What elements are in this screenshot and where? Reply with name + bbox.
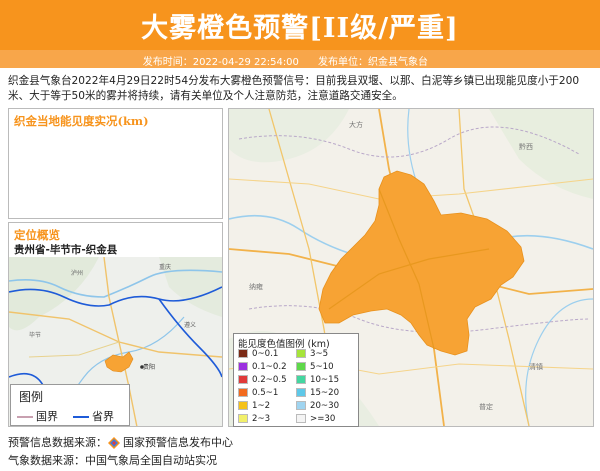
weather-source-label: 气象数据来源： [8,454,85,467]
svg-text:黔西: 黔西 [519,142,533,151]
province-border-swatch [73,416,89,418]
overview-legend-title: 图例 [19,390,44,404]
publish-time: 2022-04-29 22:54:00 [192,57,299,68]
visibility-panel: 织金当地能见度实况(km) [8,108,223,219]
legend-item-1-2: 1~2 [238,401,270,411]
legend-item-province-border: 省界 [73,408,114,424]
visibility-color-legend: 能见度色值图例 (km) 0~0.1 3~5 0.1~0.2 5~10 0.2~… [233,333,359,427]
location-path: 贵州省-毕节市-织金县 [14,244,118,256]
svg-text:普定: 普定 [479,402,493,411]
weather-source-line: 气象数据来源：中国气象局全国自动站实况 [8,452,217,468]
warning-center-logo-icon [108,437,120,449]
publisher-label: 发布单位： [318,57,368,68]
warning-source-line: 预警信息数据来源： 国家预警信息发布中心 [8,434,233,450]
legend-item-3-5: 3~5 [296,349,328,359]
warning-bulletin: 织金县气象台2022年4月29日22时54分发布大雾橙色预警信号：目前我县双堰、… [8,75,580,102]
legend-item-0.1-0.2: 0.1~0.2 [238,362,287,372]
svg-text:大方: 大方 [349,120,363,129]
legend-item-10-15: 10~15 [296,375,339,385]
svg-text:重庆: 重庆 [159,263,171,271]
city-label-guiyang: 贵阳 [143,363,155,371]
warning-source: 国家预警信息发布中心 [123,436,233,449]
location-panel-title: 定位概览 [14,228,60,242]
legend-item-0-0.1: 0~0.1 [238,349,278,359]
weather-source: 中国气象局全国自动站实况 [85,454,217,467]
visibility-legend-title: 能见度色值图例 (km) [238,339,330,350]
legend-item-20-30: 20~30 [296,401,339,411]
visibility-panel-title: 织金当地能见度实况(km) [14,114,149,128]
svg-text:遵义: 遵义 [184,321,196,329]
svg-text:泸州: 泸州 [71,269,83,277]
title-banner: 大雾橙色预警[II级/严重] [0,0,600,50]
publish-info: 发布时间：2022-04-29 22:54:00 发布单位：织金县气象台 [143,53,428,68]
publish-info-bar: 发布时间：2022-04-29 22:54:00 发布单位：织金县气象台 [0,50,600,68]
legend-item-15-20: 15~20 [296,388,339,398]
legend-item-30plus: >=30 [296,414,335,424]
legend-item-national-border: 国界 [17,408,58,424]
legend-item-5-10: 5~10 [296,362,334,372]
legend-item-2-3: 2~3 [238,414,270,424]
svg-text:清镇: 清镇 [529,362,543,371]
overview-legend: 图例 国界 省界 [10,384,130,426]
legend-item-0.5-1: 0.5~1 [238,388,278,398]
svg-text:毕节: 毕节 [29,331,41,339]
legend-item-0.2-0.5: 0.2~0.5 [238,375,287,385]
warning-source-label: 预警信息数据来源： [8,436,107,449]
national-border-swatch [17,416,33,418]
publish-time-label: 发布时间： [142,57,193,68]
publisher: 织金县气象台 [368,57,428,68]
warning-title: 大雾橙色预警[II级/严重] [141,13,459,44]
svg-text:纳雍: 纳雍 [249,282,263,291]
